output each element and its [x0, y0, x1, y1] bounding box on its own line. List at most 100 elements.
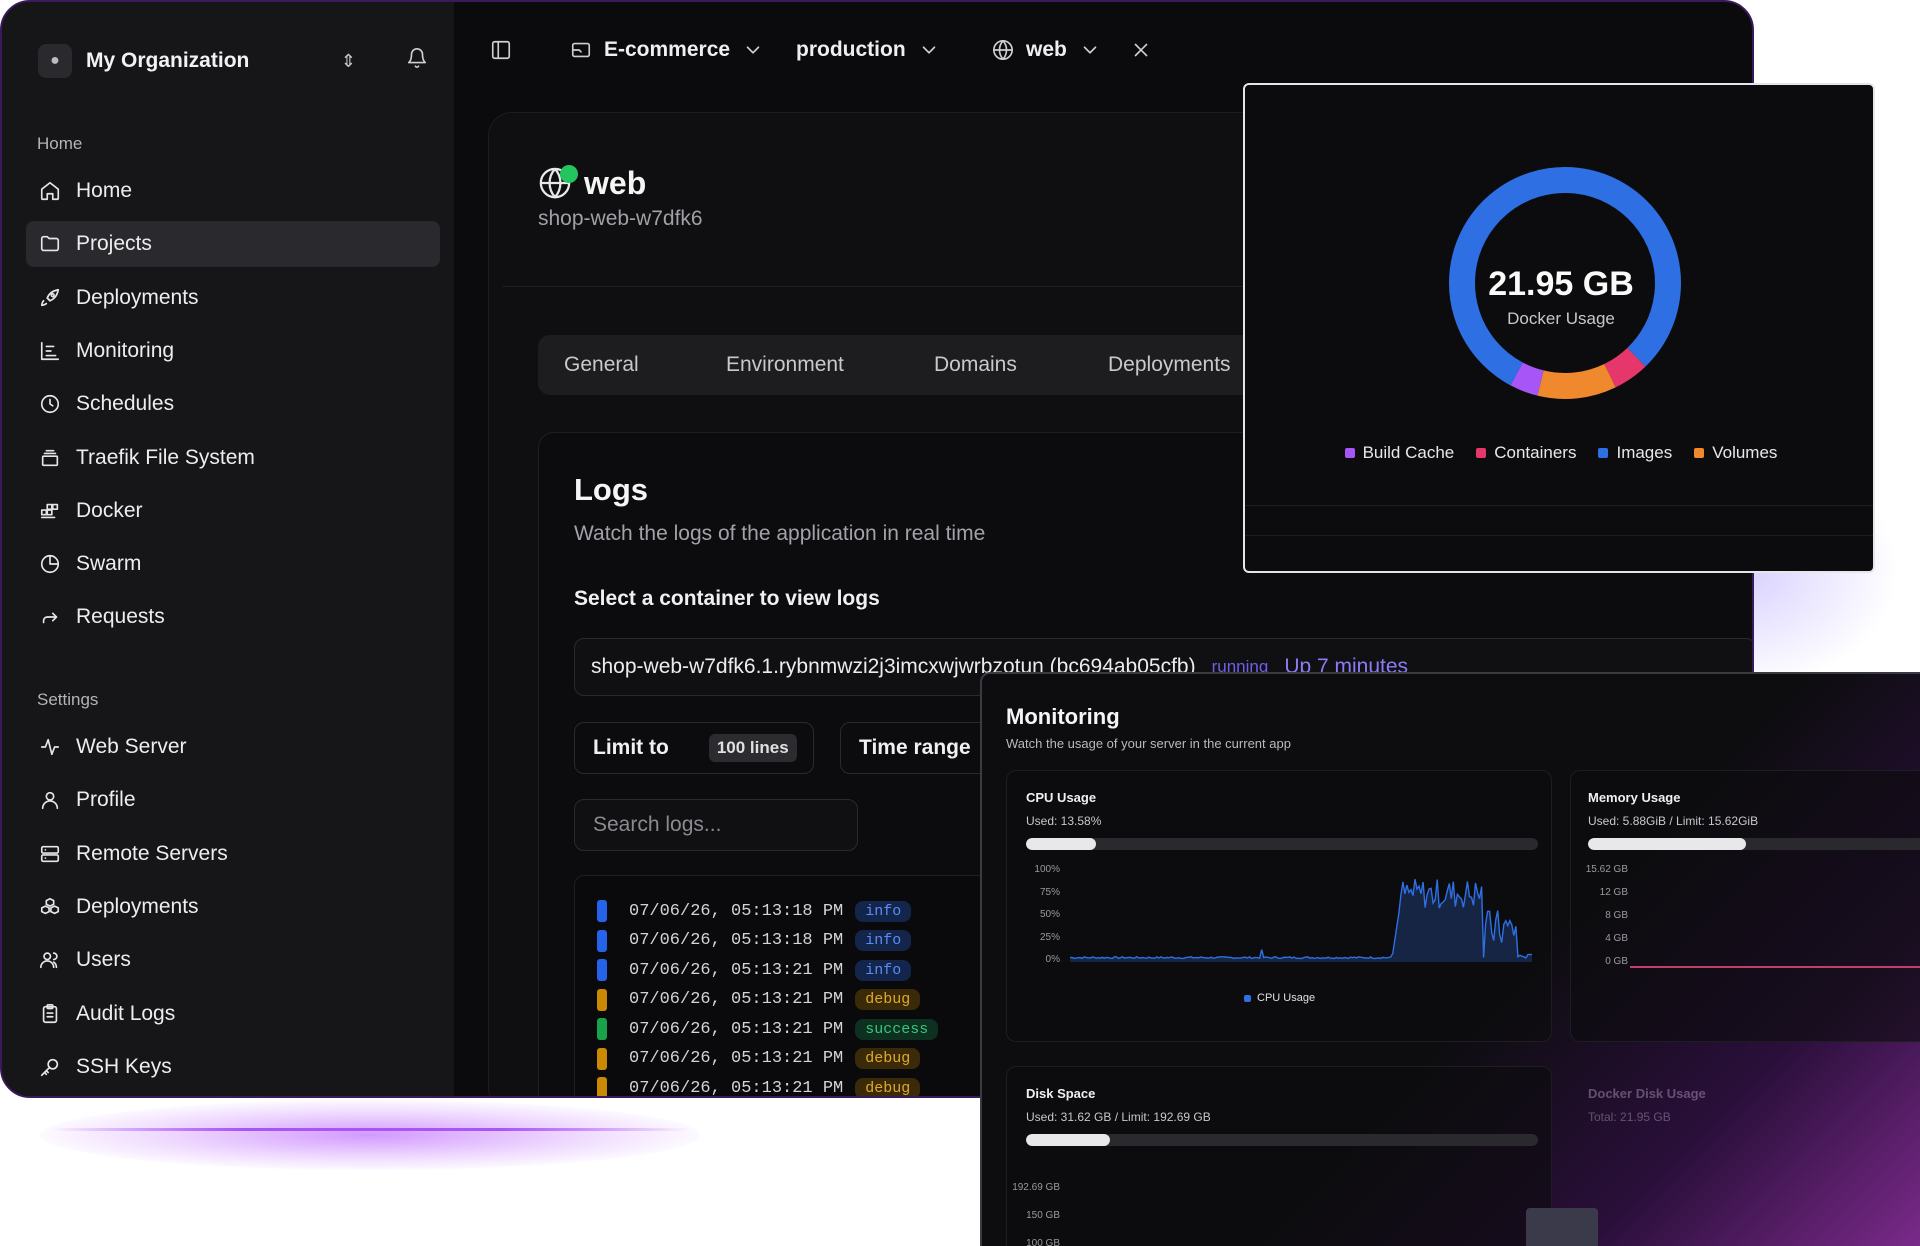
cpu-chart-legend: CPU Usage [1244, 992, 1315, 1004]
axis-tick-label: 50% [1039, 909, 1060, 920]
log-level-indicator [597, 900, 607, 922]
axis-tick-label: 8 GB [1605, 910, 1628, 921]
tab-domains[interactable]: Domains [934, 353, 1017, 377]
clock-icon [38, 392, 62, 416]
tab-general[interactable]: General [564, 353, 639, 377]
axis-tick-label: 0% [1045, 954, 1060, 965]
axis-tick-label: 75% [1039, 886, 1060, 898]
sidebar-item-settings-web-server[interactable]: Web Server [26, 724, 440, 770]
legend-item-containers: Containers [1476, 443, 1576, 463]
memory-usage-value: Used: 5.88GiB / Limit: 15.62GiB [1588, 814, 1759, 828]
sidebar-item-swarm[interactable]: Swarm [26, 541, 440, 587]
chevron-up-down-icon[interactable]: ⇕ [341, 51, 356, 72]
sidebar-item-monitoring[interactable]: Monitoring [26, 328, 440, 374]
sidebar-item-settings-ssh-keys[interactable]: SSH Keys [26, 1044, 440, 1090]
limit-value-badge: 100 lines [708, 734, 797, 762]
pie-icon [38, 552, 62, 576]
divider [1245, 505, 1873, 506]
log-level-badge: debug [855, 1048, 921, 1069]
monitoring-card: Monitoring Watch the usage of your serve… [980, 672, 1920, 1246]
sidebar-item-label: Home [76, 179, 133, 202]
key-icon [38, 1055, 62, 1079]
chevron-down-icon [922, 46, 935, 54]
legend-label: Build Cache [1362, 443, 1455, 462]
log-level-badge: info [855, 959, 912, 981]
time-range-select[interactable]: Time range [840, 722, 1000, 774]
sidebar-item-deployments[interactable]: Deployments [26, 275, 440, 321]
monitoring-icon [38, 339, 62, 363]
log-row: 07/06/26, 05:13:18 PM info [597, 928, 921, 954]
log-level-indicator [597, 1047, 607, 1070]
log-level-badge: debug [855, 1077, 921, 1096]
legend-swatch [1694, 448, 1705, 458]
log-level-indicator [597, 929, 607, 952]
sidebar-item-settings-audit-logs[interactable]: Audit Logs [26, 991, 440, 1037]
app-name: shop-web-w7dfk6 [538, 207, 703, 230]
docker-icon [38, 499, 62, 523]
sidebar: ● My Organization ⇕ Home Home Projects Dep… [2, 2, 454, 1096]
sidebar-item-label: Monitoring [76, 338, 175, 362]
disk-space-progress-fill [1026, 1134, 1110, 1146]
sidebar-item-settings-remote-servers[interactable]: Remote Servers [26, 831, 440, 877]
axis-tick-label: 192.69 GB [1012, 1182, 1060, 1193]
sidebar-item-label: Remote Servers [76, 841, 228, 865]
org-logo-icon: ● [38, 44, 72, 78]
docker-usage-value: 21.95 GB [1488, 265, 1634, 303]
sidebar-item-settings-users[interactable]: Users [26, 937, 440, 983]
chevron-down-icon [746, 46, 760, 54]
project-icon [571, 42, 591, 58]
close-button[interactable] [1130, 34, 1152, 66]
log-timestamp: 07/06/26, 05:13:18 PM [629, 931, 844, 950]
log-row: 07/06/26, 05:13:21 PM debug [597, 987, 930, 1013]
folder-icon [38, 232, 62, 256]
tab-environment[interactable]: Environment [726, 353, 844, 377]
axis-tick-label: 0 GB [1605, 956, 1628, 967]
disk-space-value: Used: 31.62 GB / Limit: 192.69 GB [1026, 1110, 1211, 1124]
cpu-usage-area [1070, 879, 1532, 962]
sidebar-item-projects[interactable]: Projects [26, 221, 440, 268]
project-selector[interactable]: E-commerce [570, 34, 764, 66]
sidebar-item-home[interactable]: Home [26, 168, 440, 214]
log-level-indicator [597, 1018, 607, 1040]
log-timestamp: 07/06/26, 05:13:18 PM [629, 901, 844, 921]
sidebar-item-schedules[interactable]: Schedules [26, 381, 440, 427]
legend-label: Containers [1494, 443, 1577, 462]
sidebar-item-settings-deployments[interactable]: Deployments [26, 884, 440, 930]
cpu-usage-progress-fill [1026, 838, 1096, 850]
axis-tick-label: 15.62 GB [1585, 864, 1628, 875]
sidebar-item-label: Deployments [76, 285, 199, 309]
log-row: 07/06/26, 05:13:21 PM debug [597, 1075, 930, 1096]
docker-usage-label: Docker Usage [1507, 309, 1615, 328]
service-selector[interactable]: web [992, 34, 1101, 66]
toggle-sidebar-button[interactable] [490, 34, 512, 66]
axis-tick-label: 12 GB [1599, 887, 1628, 898]
legend-label: Volumes [1712, 443, 1778, 462]
axis-tick-label: 150 GB [1026, 1210, 1060, 1221]
tab-deployments[interactable]: Deployments [1108, 353, 1231, 377]
legend-swatch [1476, 448, 1487, 458]
search-logs-input[interactable] [574, 799, 858, 851]
sidebar-item-requests[interactable]: Requests [26, 594, 440, 640]
section-label-home: Home [37, 134, 83, 153]
clipboard-icon [38, 1002, 62, 1026]
log-level-badge: success [855, 1018, 939, 1040]
section-label-settings: Settings [37, 690, 99, 709]
cpu-usage-progress [1026, 838, 1538, 850]
memory-usage-progress [1588, 838, 1920, 850]
sidebar-item-traefik-file-system[interactable]: Traefik File System [26, 435, 440, 481]
log-row: 07/06/26, 05:13:21 PM success [597, 1016, 948, 1042]
log-timestamp: 07/06/26, 05:13:21 PM [629, 990, 844, 1009]
chevron-down-icon [1083, 46, 1097, 54]
environment-selector[interactable]: production [796, 34, 940, 66]
log-row: 07/06/26, 05:13:21 PM info [597, 957, 921, 983]
bell-icon[interactable] [406, 47, 428, 75]
legend-item-images: Images [1598, 443, 1672, 463]
legend-swatch [1598, 448, 1609, 458]
server-icon [38, 842, 62, 866]
limit-lines-select[interactable]: Limit to 100 lines [574, 722, 814, 774]
org-switcher[interactable]: ● My Organization ⇕ [38, 42, 428, 80]
sidebar-item-label: SSH Keys [76, 1054, 172, 1078]
sidebar-item-docker[interactable]: Docker [26, 488, 440, 534]
sidebar-item-settings-profile[interactable]: Profile [26, 777, 440, 823]
log-timestamp: 07/06/26, 05:13:21 PM [629, 1019, 844, 1039]
